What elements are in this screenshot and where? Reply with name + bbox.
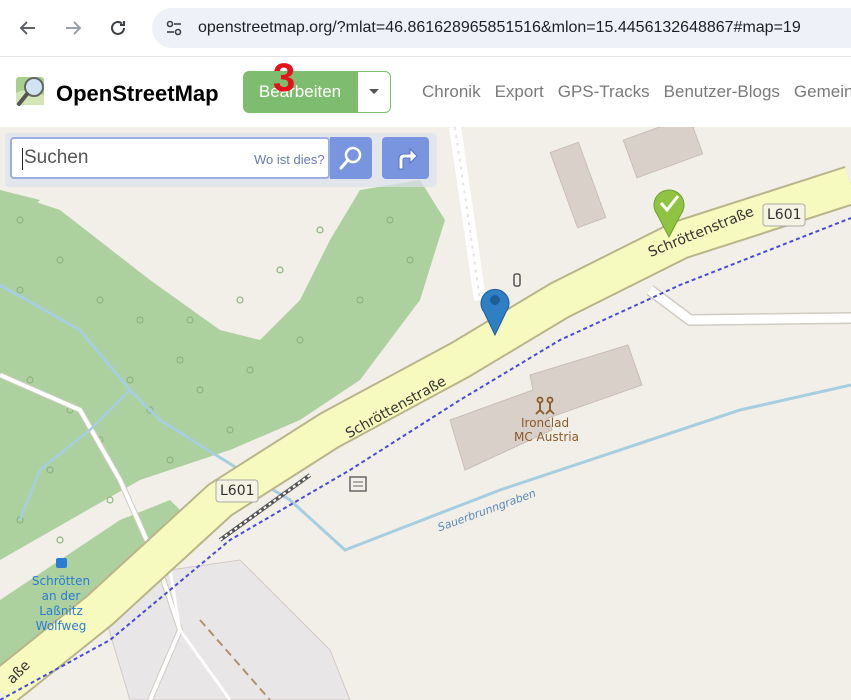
back-arrow-icon <box>19 21 35 35</box>
magnifier-icon <box>339 146 362 170</box>
site-info-icon[interactable] <box>162 16 186 40</box>
road-ref-label-1: L601 <box>767 207 802 223</box>
bus-stop-label: Schrötten an der Laßnitz Wolfweg <box>28 574 94 634</box>
where-is-this-link[interactable]: Wo ist dies? <box>254 152 325 167</box>
map-canvas[interactable] <box>0 127 851 700</box>
bus-stop-line-4: Wolfweg <box>35 619 87 633</box>
poi-label-2: MC Austria <box>514 430 579 444</box>
forward-button[interactable] <box>57 12 89 44</box>
directions-button[interactable] <box>382 137 429 179</box>
road-ref-label-2: L601 <box>220 483 255 499</box>
search-field[interactable]: Suchen Wo ist dies? <box>10 137 330 179</box>
bus-stop-icon <box>56 558 67 568</box>
bus-stop-line-3: Laßnitz <box>39 604 83 618</box>
nav-history[interactable]: Chronik <box>422 82 481 102</box>
address-bar[interactable]: openstreetmap.org/?mlat=46.8616289658515… <box>152 8 851 48</box>
bus-stop-line-1: Schrötten <box>31 574 91 588</box>
nav-communities[interactable]: Gemeinsc <box>794 82 851 102</box>
reload-button[interactable] <box>102 12 134 44</box>
nav-gps-traces[interactable]: GPS-Tracks <box>558 82 650 102</box>
search-button[interactable] <box>330 137 372 179</box>
nav-export[interactable]: Export <box>495 82 544 102</box>
osm-logo-icon[interactable] <box>14 73 50 109</box>
directions-icon <box>398 147 418 170</box>
header-nav: Chronik Export GPS-Tracks Benutzer-Blogs… <box>422 82 851 102</box>
caret-down-icon <box>369 89 379 94</box>
reload-icon <box>111 20 125 35</box>
brand-title[interactable]: OpenStreetMap <box>56 81 219 107</box>
bus-stop-line-2: an der <box>41 589 81 603</box>
annotation-badge: 3 <box>273 56 296 100</box>
poi-label-1: Ironclad <box>521 416 570 430</box>
url-text: openstreetmap.org/?mlat=46.8616289658515… <box>198 19 801 36</box>
site-header: OpenStreetMap Bearbeiten Chronik Export … <box>0 57 851 127</box>
search-input-placeholder[interactable]: Suchen <box>24 147 88 169</box>
nav-user-diaries[interactable]: Benutzer-Blogs <box>664 82 780 102</box>
forward-arrow-icon <box>66 21 82 35</box>
browser-toolbar: openstreetmap.org/?mlat=46.8616289658515… <box>0 0 851 57</box>
edit-dropdown-button[interactable] <box>357 71 391 113</box>
back-button[interactable] <box>12 12 44 44</box>
edit-button[interactable]: Bearbeiten <box>243 71 357 113</box>
